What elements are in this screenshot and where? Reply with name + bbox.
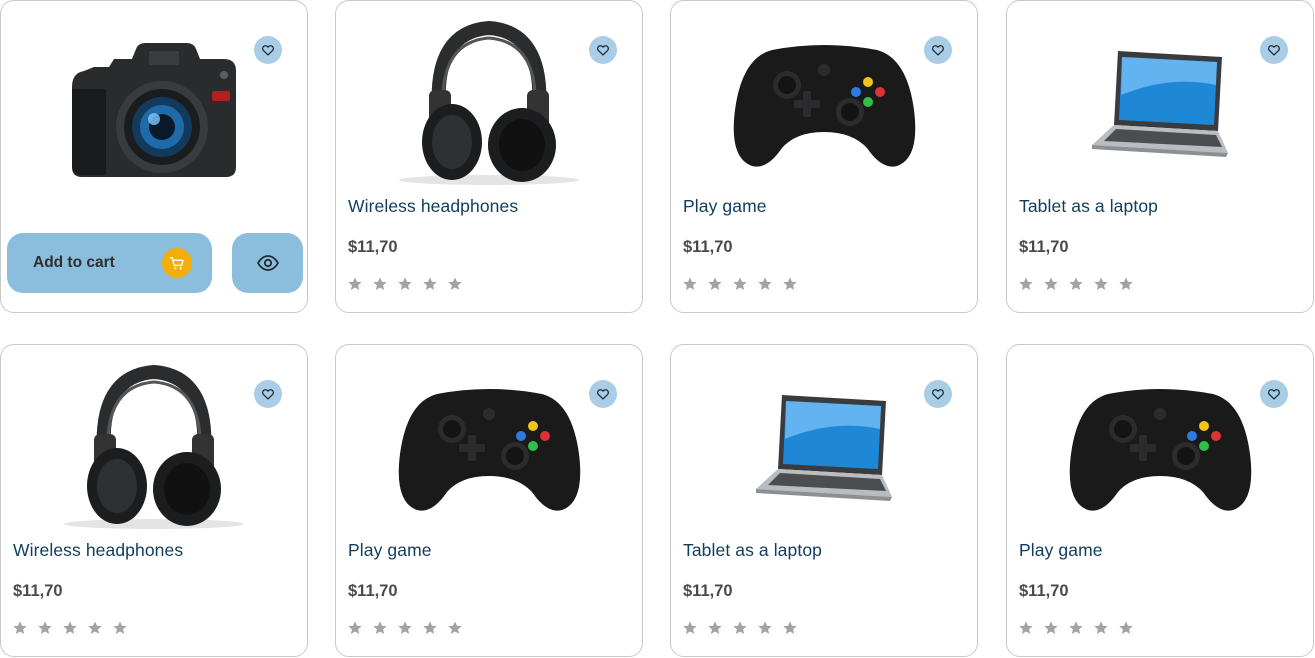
star-icon [1118, 620, 1134, 636]
product-price: $11,70 [13, 582, 63, 600]
product-title[interactable]: Tablet as a laptop [683, 540, 822, 561]
star-icon [1018, 276, 1034, 292]
product-card[interactable]: Play game $11,70 [1006, 344, 1314, 657]
star-icon [372, 276, 388, 292]
star-icon [397, 620, 413, 636]
star-icon [782, 276, 798, 292]
star-icon [757, 276, 773, 292]
star-icon [447, 276, 463, 292]
product-price: $11,70 [683, 238, 733, 256]
star-icon [12, 620, 28, 636]
star-icon [1118, 276, 1134, 292]
product-title[interactable]: Play game [1019, 540, 1103, 561]
star-icon [422, 276, 438, 292]
product-card[interactable]: Play game $11,70 [670, 0, 978, 313]
star-icon [447, 620, 463, 636]
product-title[interactable]: Play game [348, 540, 432, 561]
product-price: $11,70 [1019, 238, 1069, 256]
star-icon [1018, 620, 1034, 636]
star-icon [1093, 276, 1109, 292]
product-image-laptop[interactable] [671, 363, 977, 535]
product-price: $11,70 [348, 582, 398, 600]
eye-icon [256, 255, 279, 271]
star-icon [1068, 620, 1084, 636]
star-icon [1093, 620, 1109, 636]
rating-stars [12, 620, 128, 636]
star-icon [707, 620, 723, 636]
product-image-gamepad[interactable] [671, 19, 977, 191]
cart-icon [162, 248, 192, 278]
rating-stars [682, 276, 798, 292]
add-to-cart-label: Add to cart [33, 254, 115, 271]
star-icon [682, 620, 698, 636]
star-icon [347, 620, 363, 636]
product-card[interactable]: Tablet as a laptop $11,70 [1006, 0, 1314, 313]
product-price: $11,70 [348, 238, 398, 256]
product-card[interactable]: Wireless headphones $11,70 [0, 344, 308, 657]
star-icon [1043, 276, 1059, 292]
star-icon [397, 276, 413, 292]
rating-stars [1018, 276, 1134, 292]
product-image-gamepad[interactable] [336, 363, 642, 535]
star-icon [1068, 276, 1084, 292]
product-card[interactable]: Tablet as a laptop $11,70 [670, 344, 978, 657]
product-image-gamepad[interactable] [1007, 363, 1313, 535]
star-icon [37, 620, 53, 636]
product-card[interactable]: Play game $11,70 [335, 344, 643, 657]
product-image-headphones[interactable] [1, 363, 307, 535]
product-title[interactable]: Tablet as a laptop [1019, 196, 1158, 217]
product-image-laptop[interactable] [1007, 19, 1313, 191]
star-icon [422, 620, 438, 636]
product-title[interactable]: Wireless headphones [348, 196, 518, 217]
star-icon [782, 620, 798, 636]
star-icon [112, 620, 128, 636]
star-icon [682, 276, 698, 292]
product-image-camera[interactable] [1, 19, 307, 199]
star-icon [372, 620, 388, 636]
product-title[interactable]: Play game [683, 196, 767, 217]
star-icon [732, 276, 748, 292]
star-icon [732, 620, 748, 636]
product-card[interactable]: Wireless headphones $11,70 [335, 0, 643, 313]
star-icon [757, 620, 773, 636]
rating-stars [347, 620, 463, 636]
star-icon [707, 276, 723, 292]
star-icon [87, 620, 103, 636]
add-to-cart-button[interactable]: Add to cart [7, 233, 212, 293]
rating-stars [682, 620, 798, 636]
product-price: $11,70 [1019, 582, 1069, 600]
star-icon [347, 276, 363, 292]
product-card-camera[interactable]: Add to cart [0, 0, 308, 313]
rating-stars [1018, 620, 1134, 636]
product-image-headphones[interactable] [336, 19, 642, 191]
rating-stars [347, 276, 463, 292]
quick-view-button[interactable] [232, 233, 303, 293]
star-icon [1043, 620, 1059, 636]
product-title[interactable]: Wireless headphones [13, 540, 183, 561]
star-icon [62, 620, 78, 636]
product-price: $11,70 [683, 582, 733, 600]
